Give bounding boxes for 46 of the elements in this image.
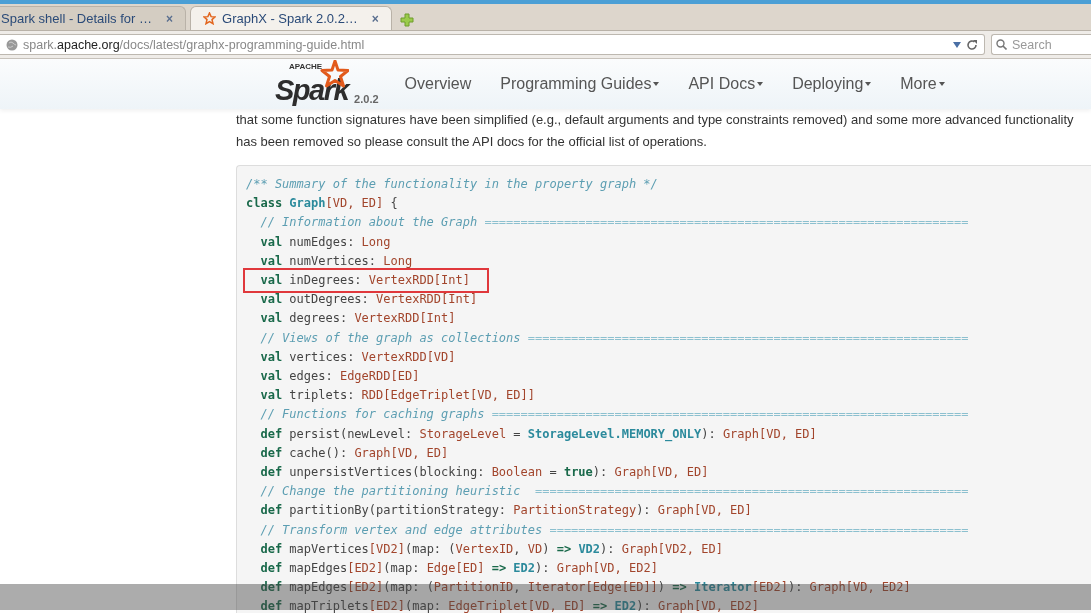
code-line: def cache(): Graph[VD, ED] [259, 444, 449, 462]
browser-tab[interactable]: Spark shell - Details for … × [0, 6, 186, 30]
nav-link[interactable]: Overview [404, 75, 472, 93]
code-line: val vertices: VertexRDD[VD] [259, 348, 456, 366]
code-line: val outDegrees: VertexRDD[Int] [259, 291, 478, 309]
code-line: // Information about the Graph =================================================================== [259, 214, 969, 232]
code-line: def mapEdges[ED2](map: Edge[ED] => ED2): Graph[VD, ED2] [259, 560, 658, 578]
caret-icon [938, 82, 945, 86]
code-line: // Functions for caching graphs ================================================================== [259, 406, 969, 424]
code-line: val numEdges: Long [259, 233, 391, 251]
logo-name[interactable]: Spark [275, 75, 349, 105]
caret-icon [653, 82, 660, 86]
code-line: // Transform vertex and edge attributes ========================================================== [259, 521, 969, 539]
code-line: // Change the partitioning heuristic ============================================================ [259, 483, 969, 501]
star-icon [203, 12, 216, 25]
code-line: def mapEdges[ED2](map: (PartitionID, Iterator[Edge[ED]]) => Iterator[ED2]): Graph[VD, ED2] [259, 579, 911, 597]
code-line: val inDegrees: VertexRDD[Int] [246, 271, 486, 291]
logo-brand: APACHE [289, 61, 323, 71]
caret-icon [865, 82, 872, 86]
paragraph-line: has been removed so please consult the API docs for the official list of operations. [236, 133, 708, 151]
reload-icon[interactable] [966, 38, 978, 51]
caret-icon [757, 82, 764, 86]
code-line: val degrees: VertexRDD[Int] [259, 310, 456, 328]
code-line: // Views of the graph as collections ============================================================= [259, 329, 969, 347]
globe-icon [6, 38, 18, 51]
code-line: val numVertices: Long [259, 252, 413, 270]
code-line: def mapTriplets[ED2](map: EdgeTriplet[VD, ED] => ED2): Graph[VD, ED2] [259, 598, 760, 613]
code-line: class Graph[VD, ED] { [246, 195, 398, 213]
paragraph-line: that some function signatures have been simplified (e.g., default arguments and type constraints removed) and some more advanced functionality [236, 111, 1075, 129]
code-line: val triplets: RDD[EdgeTriplet[VD, ED]] [259, 387, 535, 405]
address-field[interactable]: spark.apache.org/docs/latest/graphx-programming-guide.html [0, 34, 985, 55]
nav-link[interactable]: Deploying [792, 75, 872, 93]
code-line: val edges: EdgeRDD[ED] [259, 368, 420, 386]
nav-link[interactable]: API Docs [688, 75, 764, 93]
search-field[interactable]: Search [991, 34, 1091, 55]
code-line: /** Summary of the functionality in the property graph */ [246, 176, 658, 193]
nav-link[interactable]: More [900, 75, 945, 93]
code-line: def persist(newLevel: StorageLevel = StorageLevel.MEMORY_ONLY): Graph[VD, ED] [259, 425, 817, 444]
browser-tab[interactable]: GraphX - Spark 2.0.2… × [190, 6, 392, 30]
code-line: def partitionBy(partitionStrategy: PartitionStrategy): Graph[VD, ED] [259, 502, 752, 520]
close-icon[interactable]: × [371, 11, 379, 26]
code-line: def mapVertices[VD2](map: (VertexID, VD) => VD2): Graph[VD2, ED] [259, 540, 723, 558]
code-line: def unpersistVertices(blocking: Boolean = true): Graph[VD, ED] [259, 464, 709, 482]
dropdown-icon[interactable] [953, 41, 961, 48]
version-label: 2.0.2 [354, 92, 379, 105]
nav-link[interactable]: Programming Guides [500, 75, 660, 93]
